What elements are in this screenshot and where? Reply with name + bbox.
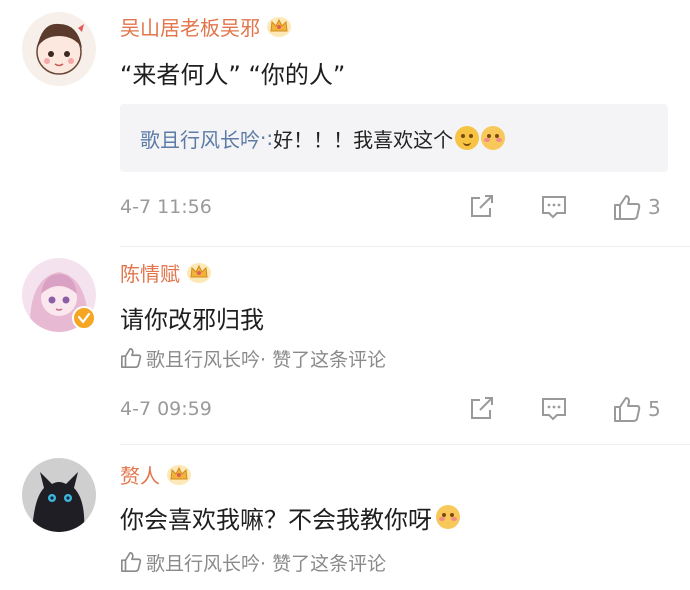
like-count: 5 xyxy=(648,397,661,421)
divider xyxy=(120,246,690,247)
timestamp: 4-7 11:56 xyxy=(120,196,212,218)
kiss-emoji-icon xyxy=(436,505,460,529)
comment-meta: 4-7 11:56 3 xyxy=(120,192,680,222)
reply-username[interactable]: 歌且行风长吟 xyxy=(140,124,260,153)
crown-badge-icon xyxy=(267,17,291,37)
username-label[interactable]: 陈情赋 xyxy=(120,258,180,287)
liked-by-author: 歌且行风长吟· 赞了这条评论 xyxy=(120,344,386,372)
username[interactable]: 吴山居老板吴邪 xyxy=(120,12,292,40)
reply-preview[interactable]: 歌且行风长吟 ·: 好！！！我喜欢这个 xyxy=(120,104,668,172)
thumbs-up-icon xyxy=(614,397,641,422)
like-button[interactable]: 3 xyxy=(612,192,661,222)
share-button[interactable] xyxy=(468,192,496,222)
comment-meta: 4-7 09:59 5 xyxy=(120,394,680,424)
grin-emoji-icon xyxy=(455,126,480,150)
liked-by-text: 歌且行风长吟· 赞了这条评论 xyxy=(146,552,387,575)
username[interactable]: 赘人 xyxy=(120,460,192,488)
crown-badge-icon xyxy=(167,465,191,485)
comment-text: 请你改邪归我 xyxy=(120,305,264,334)
username-label[interactable]: 吴山居老板吴邪 xyxy=(120,12,260,41)
comment-icon xyxy=(542,398,566,421)
like-count: 3 xyxy=(648,195,661,219)
comment-text-content: 你会喜欢我嘛？不会我教你呀 xyxy=(120,505,432,534)
divider xyxy=(120,444,690,445)
liked-by-text: 歌且行风长吟· 赞了这条评论 xyxy=(146,348,387,371)
like-button[interactable]: 5 xyxy=(612,394,661,424)
thumbs-up-icon xyxy=(121,552,142,572)
thumbs-up-icon xyxy=(614,195,641,220)
avatar[interactable] xyxy=(22,458,96,532)
liked-by-author: 歌且行风长吟· 赞了这条评论 xyxy=(120,548,386,576)
comment-button[interactable] xyxy=(540,192,568,222)
comment-text: “来者何人” “你的人” xyxy=(120,60,346,89)
share-button[interactable] xyxy=(468,394,496,424)
crown-badge-icon xyxy=(187,263,211,283)
thumbs-up-icon xyxy=(121,348,142,368)
comment-button[interactable] xyxy=(540,394,568,424)
username-label[interactable]: 赘人 xyxy=(120,460,160,489)
timestamp: 4-7 09:59 xyxy=(120,398,212,420)
avatar[interactable] xyxy=(22,12,96,86)
share-icon xyxy=(471,195,493,217)
verified-badge-icon xyxy=(72,306,96,330)
reply-text: 好！！！我喜欢这个 xyxy=(273,127,454,152)
reply-separator: ·: xyxy=(260,126,274,150)
share-icon xyxy=(471,397,493,419)
comment-text: 你会喜欢我嘛？不会我教你呀 xyxy=(120,500,460,534)
blush-emoji-icon xyxy=(481,126,506,150)
comment-icon xyxy=(542,196,566,219)
username[interactable]: 陈情赋 xyxy=(120,258,212,286)
